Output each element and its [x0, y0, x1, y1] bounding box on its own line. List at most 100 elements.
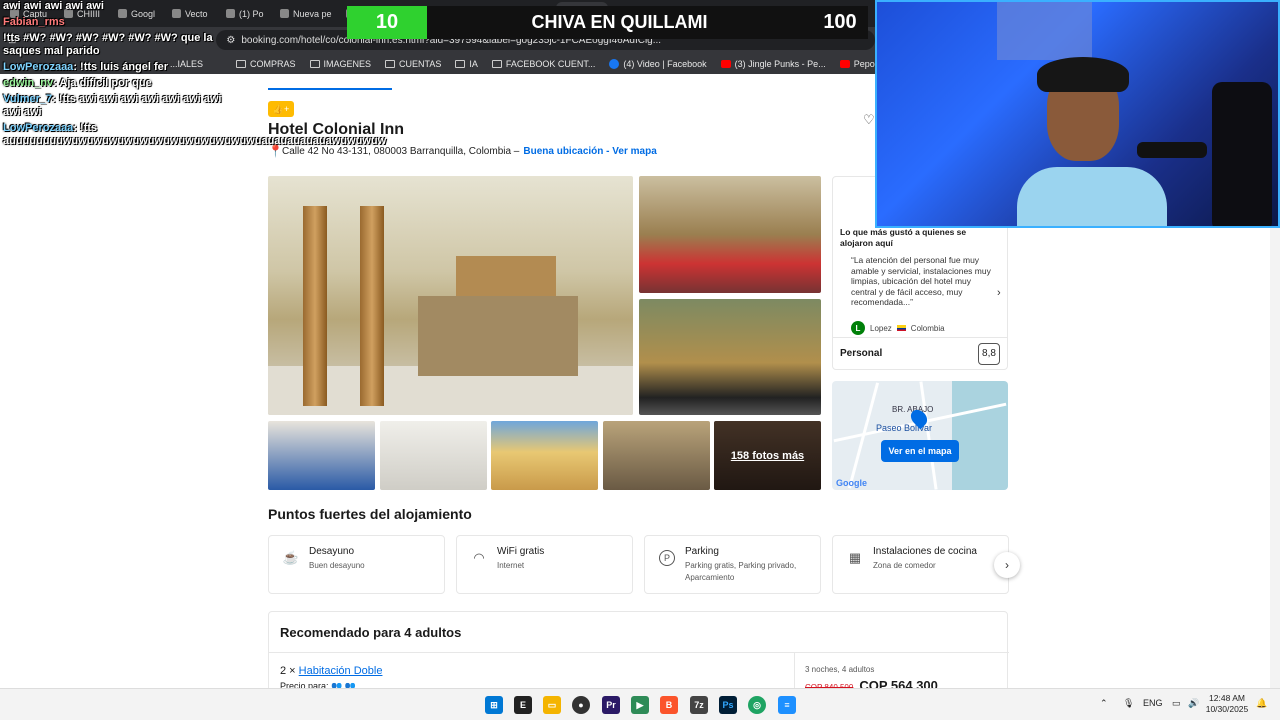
taskbar: ⊞ E ▭ ● Pr ▶ B 7z Ps ◎ ≡ ⌃ 🎙 ENG ▭ 🔊 12:… [0, 688, 1280, 720]
network-icon[interactable]: ▭ [1172, 698, 1181, 709]
highlight-parking: P Parking Parking gratis, Parking privad… [644, 535, 821, 594]
bookmark-item[interactable]: IMAGENES [309, 59, 371, 69]
obs-icon[interactable]: ● [572, 696, 590, 714]
tab-label: Nueva pe [293, 8, 332, 19]
photo-desk [418, 296, 578, 376]
view-map-link[interactable]: Buena ubicación - Ver mapa [523, 146, 656, 157]
browser-tab[interactable]: Nueva pe [274, 2, 338, 25]
thumbs-up-badge-icon: 👍+ [268, 101, 294, 117]
photo-thumb-facade[interactable] [491, 421, 598, 490]
photoshop-icon[interactable]: Ps [719, 696, 737, 714]
view-on-map-button[interactable]: Ver en el mapa [881, 440, 959, 462]
bookmark-label: (3) Jingle Punks - Pe... [734, 58, 826, 69]
notification-bell-icon[interactable]: 🔔 [1256, 698, 1267, 709]
webcam-overlay [875, 0, 1280, 228]
highlight-subtitle: Zona de comedor [873, 561, 936, 570]
folder-icon [491, 59, 502, 68]
chat-message: Vulmer_7: !tts awi awi awi awi awi awi a… [3, 93, 228, 119]
chat-text: : Aja difícil por que [53, 77, 152, 89]
photo-lounge[interactable] [639, 299, 821, 415]
screen: CaptuCHIIIIGooglVecto(1) PoNueva peLugar… [0, 0, 1280, 720]
webcam-cap [1037, 57, 1129, 92]
photo-main-lobby[interactable] [268, 176, 633, 415]
kitchen-icon: ▦ [848, 550, 862, 565]
chat-username: edwin_nv [3, 77, 54, 89]
review-author: L Lopez Colombia [851, 321, 945, 335]
room-type-link[interactable]: Habitación Doble [299, 665, 383, 677]
language-indicator[interactable]: ENG [1143, 698, 1163, 708]
overlay-score-left: 10 [347, 6, 427, 39]
bookmark-item[interactable]: FACEBOOK CUENT... [491, 59, 595, 69]
author-country: Colombia [910, 323, 945, 333]
overlay-title: CHIVA EN QUILLAMI [427, 6, 812, 39]
bookmark-item[interactable]: CUENTAS [385, 59, 441, 69]
chat-message: awi awi awi awi awi [3, 0, 228, 13]
highlight-subtitle: Buen desayuno [309, 561, 365, 570]
clock[interactable]: 12:48 AM 10/30/2025 [1205, 693, 1249, 715]
recommended-title: Recomendado para 4 adultos [280, 625, 462, 640]
map-water [952, 381, 1008, 490]
chat-message: LowPerozaaa: !tts auuuuuuuuwuwuwuwuwuwuw… [3, 122, 386, 148]
microphone-icon [1137, 142, 1207, 158]
map-preview[interactable]: BR. ABAJO Paseo Bolívar Ver en el mapa G… [832, 381, 1008, 490]
photo-column [360, 206, 384, 406]
tab-favicon-icon [280, 9, 289, 18]
colombia-flag-icon [896, 325, 906, 331]
file-explorer-icon[interactable]: ▭ [543, 696, 561, 714]
photo-column [303, 206, 327, 406]
youtube-icon [720, 59, 731, 68]
epic-games-icon[interactable]: E [514, 696, 532, 714]
youtube-icon [839, 59, 850, 68]
brave-browser-icon[interactable]: B [660, 696, 678, 714]
bookmark-item[interactable]: Pepo x @kazu.oficia [839, 58, 875, 69]
chat-text: : !tts luis ángel fer [73, 61, 169, 73]
bookmark-label: Pepo x @kazu.oficia [853, 58, 875, 69]
premiere-icon[interactable]: Pr [602, 696, 620, 714]
highlight-title: Instalaciones de cocina [873, 546, 977, 557]
photo-thumb-lobby[interactable] [603, 421, 710, 490]
chat-username: LowPerozaaa [3, 122, 74, 134]
microphone-tray-icon[interactable]: 🎙 [1123, 698, 1134, 709]
overlay-score-right: 100 [812, 6, 868, 39]
globe-icon[interactable]: ◎ [748, 696, 766, 714]
more-photos-button[interactable]: 158 fotos más [714, 421, 821, 490]
highlight-wifi: ◠ WiFi gratis Internet [456, 535, 633, 594]
wifi-icon: ◠ [473, 550, 485, 565]
review-header: Lo que más gustó a quienes se alojaron a… [840, 227, 967, 248]
folder-icon [309, 59, 320, 68]
clock-date: 10/30/2025 [1205, 704, 1249, 714]
bookmark-item[interactable]: (3) Jingle Punks - Pe... [720, 58, 826, 69]
chevron-right-icon[interactable]: › [997, 287, 1001, 299]
chevron-right-icon[interactable]: › [994, 552, 1020, 578]
bookmark-label: CUENTAS [399, 58, 442, 69]
highlight-breakfast: ☕ Desayuno Buen desayuno [268, 535, 445, 594]
photo-thumb-room[interactable] [268, 421, 375, 490]
clock-time: 12:48 AM [1209, 693, 1245, 703]
chat-message: edwin_nv: Aja difícil por que [3, 77, 228, 90]
notepad-icon[interactable]: ≡ [778, 696, 796, 714]
highlight-kitchen: ▦ Instalaciones de cocina Zona de comedo… [832, 535, 1009, 594]
folder-icon [236, 59, 246, 68]
author-name: Lopez [870, 323, 892, 333]
bookmark-item[interactable]: COMPRAS [236, 59, 296, 69]
bookmark-label: COMPRAS [250, 58, 296, 69]
windows-start-icon[interactable]: ⊞ [485, 696, 503, 714]
highlight-title: WiFi gratis [497, 546, 545, 557]
webcam-poster [997, 2, 1092, 60]
bookmark-item[interactable]: IA [455, 59, 478, 69]
volume-icon[interactable]: 🔊 [1188, 698, 1199, 709]
7zip-icon[interactable]: 7z [690, 696, 708, 714]
highlight-title: Desayuno [309, 546, 355, 557]
photo-thumb-bathroom[interactable] [380, 421, 487, 490]
photo-dining[interactable] [639, 176, 821, 293]
room-line: 2 × Habitación Doble [280, 665, 382, 677]
play-icon[interactable]: ▶ [631, 696, 649, 714]
chat-username: Vulmer_7 [3, 93, 53, 105]
webcam-body [1017, 167, 1167, 226]
bookmark-label: IA [469, 58, 478, 69]
chevron-up-icon[interactable]: ⌃ [1100, 698, 1108, 709]
folder-icon [385, 59, 396, 68]
chat-message: LowPerozaaa: !tts luis ángel fer [3, 61, 228, 74]
bookmark-item[interactable]: (4) Video | Facebook [609, 58, 707, 69]
tab-label: (1) Po [239, 8, 264, 19]
